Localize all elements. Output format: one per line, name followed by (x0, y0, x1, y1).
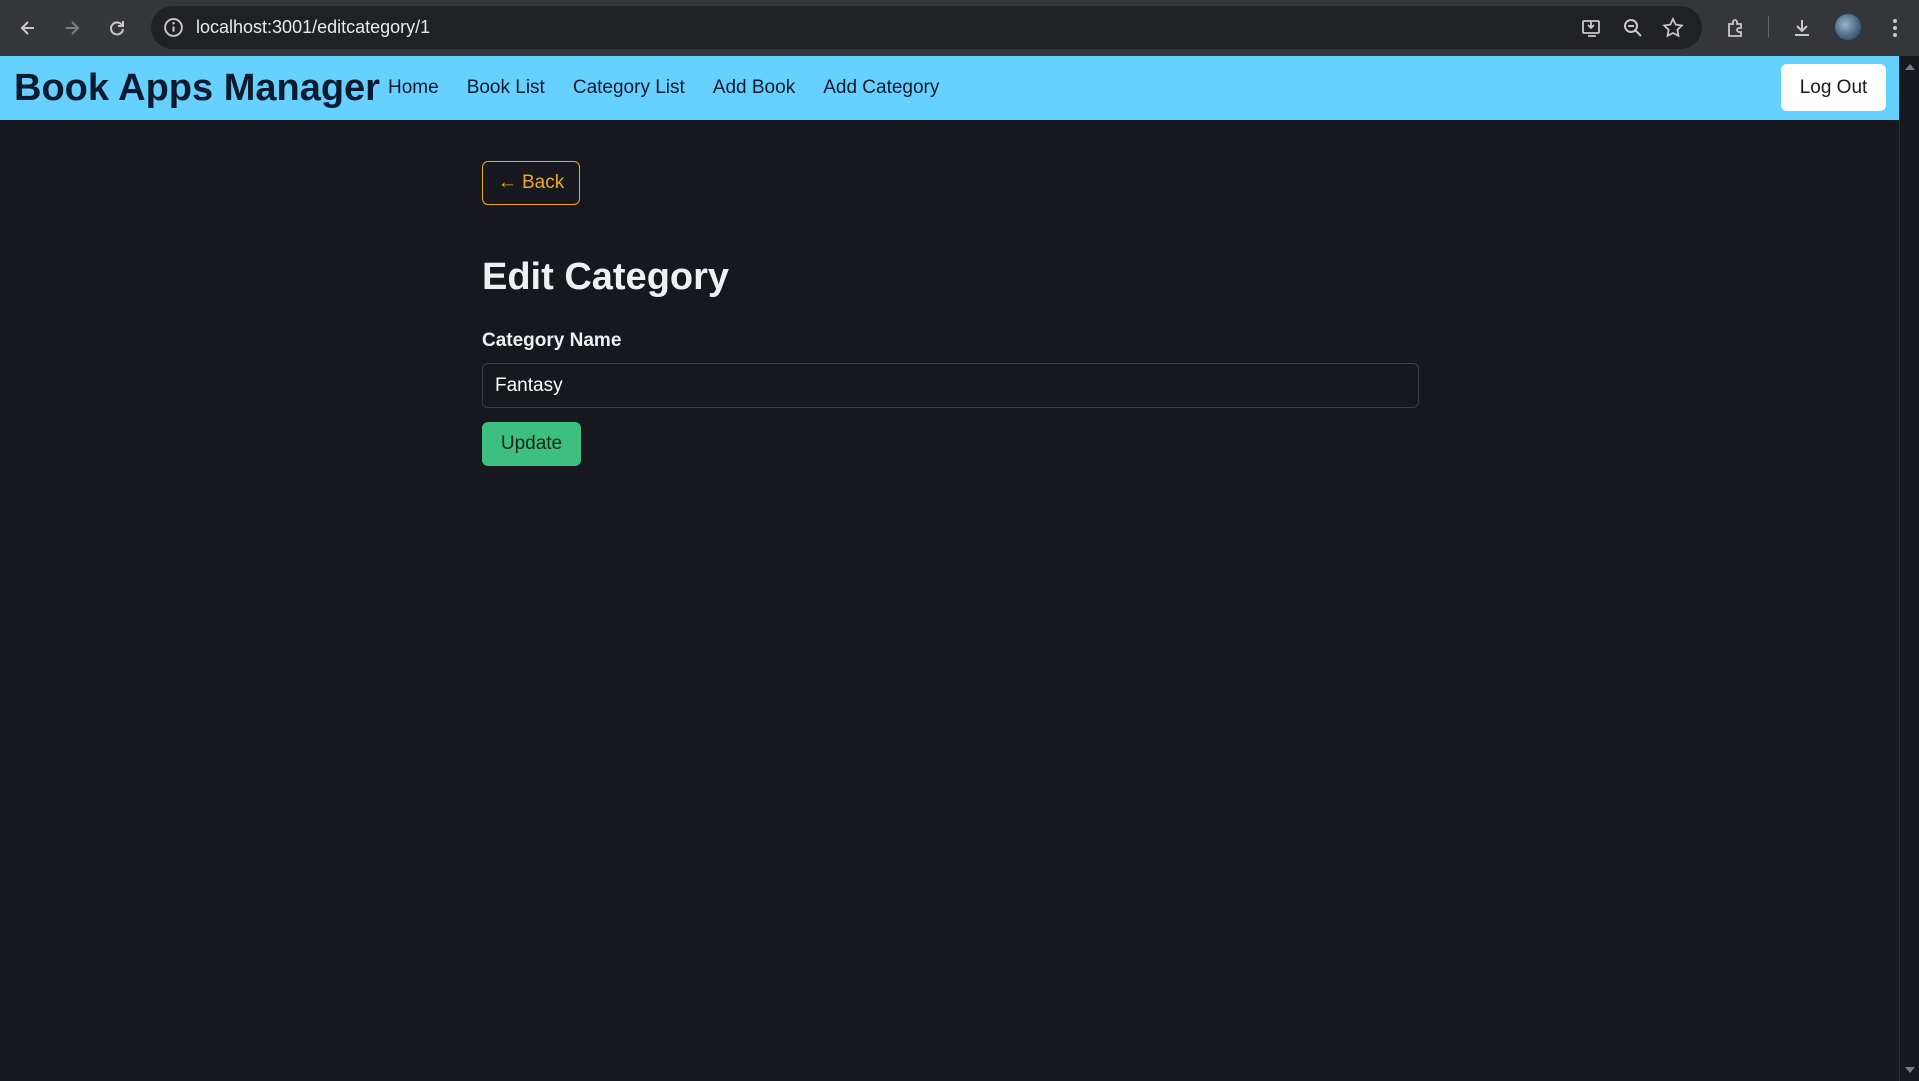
nav-links: Home Book List Category List Add Book Ad… (388, 56, 939, 120)
scrollbar[interactable] (1899, 56, 1919, 1081)
page-title: Edit Category (482, 256, 730, 298)
nav-link-category-list[interactable]: Category List (573, 77, 685, 99)
nav-link-book-list[interactable]: Book List (467, 77, 545, 99)
arrow-right-icon[interactable] (56, 12, 88, 44)
avatar[interactable] (1835, 14, 1861, 40)
arrow-left-icon[interactable] (12, 12, 44, 44)
url-text[interactable]: localhost:3001/editcategory/1 (196, 6, 430, 49)
reload-icon[interactable] (101, 12, 133, 44)
address-bar[interactable]: localhost:3001/editcategory/1 (151, 6, 1702, 49)
browser-toolbar: localhost:3001/editcategory/1 (0, 0, 1919, 56)
logout-button[interactable]: Log Out (1781, 64, 1886, 111)
zoom-icon[interactable] (1621, 16, 1645, 40)
kebab-menu-icon[interactable] (1879, 12, 1911, 44)
brand-title[interactable]: Book Apps Manager (14, 56, 380, 120)
update-button[interactable]: Update (482, 422, 581, 466)
category-name-label: Category Name (482, 330, 622, 351)
app-navbar: Book Apps Manager Home Book List Categor… (0, 56, 1899, 120)
install-app-icon[interactable] (1580, 16, 1604, 40)
back-button[interactable]: ← Back (482, 161, 580, 205)
star-icon[interactable] (1661, 16, 1685, 40)
nav-link-add-category[interactable]: Add Category (823, 77, 939, 99)
nav-link-add-book[interactable]: Add Book (713, 77, 795, 99)
toolbar-divider (1768, 16, 1769, 38)
nav-link-home[interactable]: Home (388, 77, 439, 99)
scroll-up-icon[interactable] (1905, 64, 1915, 70)
puzzle-icon[interactable] (1720, 12, 1752, 44)
main-content: ← Back Edit Category Category Name Updat… (0, 120, 1899, 1081)
info-icon[interactable] (163, 17, 184, 38)
category-name-input[interactable] (482, 363, 1419, 408)
scroll-down-icon[interactable] (1905, 1067, 1915, 1073)
download-icon[interactable] (1786, 12, 1818, 44)
